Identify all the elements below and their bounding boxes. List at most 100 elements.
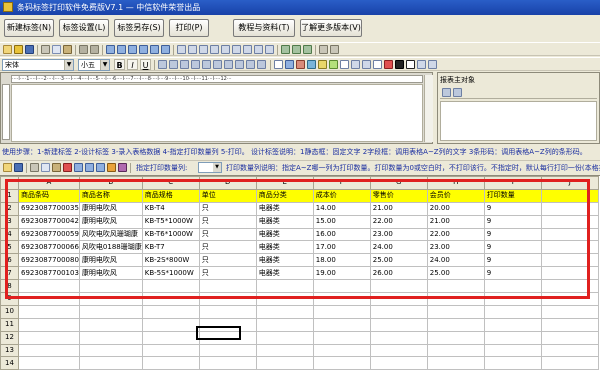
import-icon[interactable] (107, 163, 116, 172)
table-cell[interactable]: 22.00 (426, 227, 485, 242)
table-cell[interactable] (540, 356, 599, 371)
cut-icon[interactable] (30, 163, 39, 172)
row-header[interactable]: 14 (0, 356, 19, 371)
table-cell[interactable] (198, 317, 257, 332)
table-cell[interactable]: 24.00 (426, 253, 485, 268)
image-tool-icon[interactable] (307, 60, 316, 69)
table-cell[interactable] (141, 317, 200, 332)
column-header[interactable]: G (369, 176, 428, 190)
row-header[interactable]: 1 (0, 188, 19, 203)
align-right-icon[interactable] (117, 45, 126, 54)
bold-button[interactable]: B (114, 59, 125, 70)
bring-front-icon[interactable] (232, 45, 241, 54)
table-cell[interactable]: 只 (198, 266, 257, 281)
delete-row-icon[interactable] (85, 163, 94, 172)
row-header[interactable]: 13 (0, 343, 19, 358)
table-cell[interactable]: 打印数量 (483, 188, 542, 203)
table-cell[interactable]: 24.00 (369, 240, 428, 255)
table-cell[interactable] (483, 343, 542, 358)
text-left-icon[interactable] (158, 60, 167, 69)
column-header[interactable]: F (312, 176, 371, 190)
barcode-red-icon[interactable] (384, 60, 393, 69)
same-height-icon[interactable] (188, 45, 197, 54)
text-right-icon[interactable] (180, 60, 189, 69)
table-cell[interactable] (426, 304, 485, 319)
table-cell[interactable] (18, 292, 80, 306)
save-as-button[interactable]: 标签另存(S) (114, 19, 164, 37)
qrcode-icon[interactable] (406, 60, 415, 69)
picture-tool-icon[interactable] (329, 60, 338, 69)
table-cell[interactable]: 风吹电0188珊瑚康 (78, 240, 143, 255)
table-cell[interactable] (426, 330, 485, 345)
table-cell[interactable]: 成本价 (312, 188, 371, 203)
table-cell[interactable] (483, 317, 542, 332)
table-cell[interactable]: 单位 (198, 188, 257, 203)
align-left-icon[interactable] (106, 45, 115, 54)
table-cell[interactable]: 6923087700080 (18, 253, 80, 268)
table-cell[interactable]: 9 (483, 240, 542, 255)
table-cell[interactable] (426, 343, 485, 358)
space-evenly-icon[interactable] (210, 45, 219, 54)
table-cell[interactable] (312, 279, 371, 294)
round-rect-tool-icon[interactable] (351, 60, 360, 69)
table-cell[interactable]: 25.00 (369, 253, 428, 268)
ellipse-tool-icon[interactable] (373, 60, 382, 69)
row-header[interactable]: 2 (0, 201, 19, 216)
table-cell[interactable] (540, 292, 599, 306)
table-cell[interactable]: 18.00 (312, 253, 371, 268)
table-cell[interactable] (369, 330, 428, 345)
table-cell[interactable] (255, 330, 314, 345)
undo-icon[interactable] (79, 45, 88, 54)
column-header[interactable]: D (198, 176, 257, 190)
table-cell[interactable] (540, 279, 599, 294)
export-icon[interactable] (118, 163, 127, 172)
table-cell[interactable]: 16.00 (312, 227, 371, 242)
table-cell[interactable] (255, 304, 314, 319)
table-cell[interactable]: KB-T6*1000W (141, 227, 200, 242)
row-header[interactable]: 7 (0, 266, 19, 281)
table-cell[interactable]: 电器类 (255, 266, 314, 281)
table-cell[interactable]: 6923087700059 (18, 227, 80, 242)
table-cell[interactable] (426, 279, 485, 294)
table-cell[interactable] (540, 343, 599, 358)
table-cell[interactable] (483, 279, 542, 294)
text-tool-icon[interactable] (274, 60, 283, 69)
align-top-icon[interactable] (128, 45, 137, 54)
data-grid[interactable]: A B C D E F G H I J 1 商品条码 商品名称 商品规格 单位 商品分类 成本价 零售价 会员价 打印… (0, 176, 599, 371)
print-count-column-select[interactable]: ▼ (198, 162, 222, 173)
table-cell[interactable]: 9 (483, 227, 542, 242)
table-cell[interactable] (483, 292, 542, 306)
table-cell[interactable] (426, 292, 485, 306)
table-cell[interactable] (426, 317, 485, 332)
column-header[interactable]: J (540, 176, 599, 190)
table-cell[interactable] (78, 343, 143, 358)
table-cell[interactable] (483, 304, 542, 319)
table-cell[interactable] (369, 292, 428, 306)
properties-icon[interactable] (319, 45, 328, 54)
table-cell[interactable] (255, 343, 314, 358)
column-header[interactable]: C (141, 176, 200, 190)
same-size-icon[interactable] (199, 45, 208, 54)
valign-middle-icon[interactable] (213, 60, 222, 69)
table-cell[interactable]: 商品条码 (18, 188, 80, 203)
table-cell[interactable] (78, 279, 143, 294)
filter-icon[interactable] (453, 88, 462, 97)
row-header[interactable]: 6 (0, 253, 19, 268)
table-cell[interactable]: 电器类 (255, 240, 314, 255)
grid-icon[interactable] (254, 45, 263, 54)
row-header[interactable]: 10 (0, 304, 19, 319)
table-cell[interactable] (198, 279, 257, 294)
table-cell[interactable] (369, 343, 428, 358)
table-cell[interactable]: 23.00 (369, 227, 428, 242)
table-cell[interactable] (18, 279, 80, 294)
table-cell[interactable]: 6923087700035 (18, 201, 80, 216)
zoom-out-icon[interactable] (292, 45, 301, 54)
table-cell[interactable] (141, 330, 200, 345)
table-cell[interactable]: KB-T7 (141, 240, 200, 255)
table-cell[interactable] (540, 227, 599, 242)
text-center-icon[interactable] (169, 60, 178, 69)
line-tool-icon[interactable] (362, 60, 371, 69)
column-header[interactable]: B (78, 176, 143, 190)
more-versions-button[interactable]: 了解更多版本(V) (300, 19, 362, 37)
italic-button[interactable]: I (127, 59, 138, 70)
